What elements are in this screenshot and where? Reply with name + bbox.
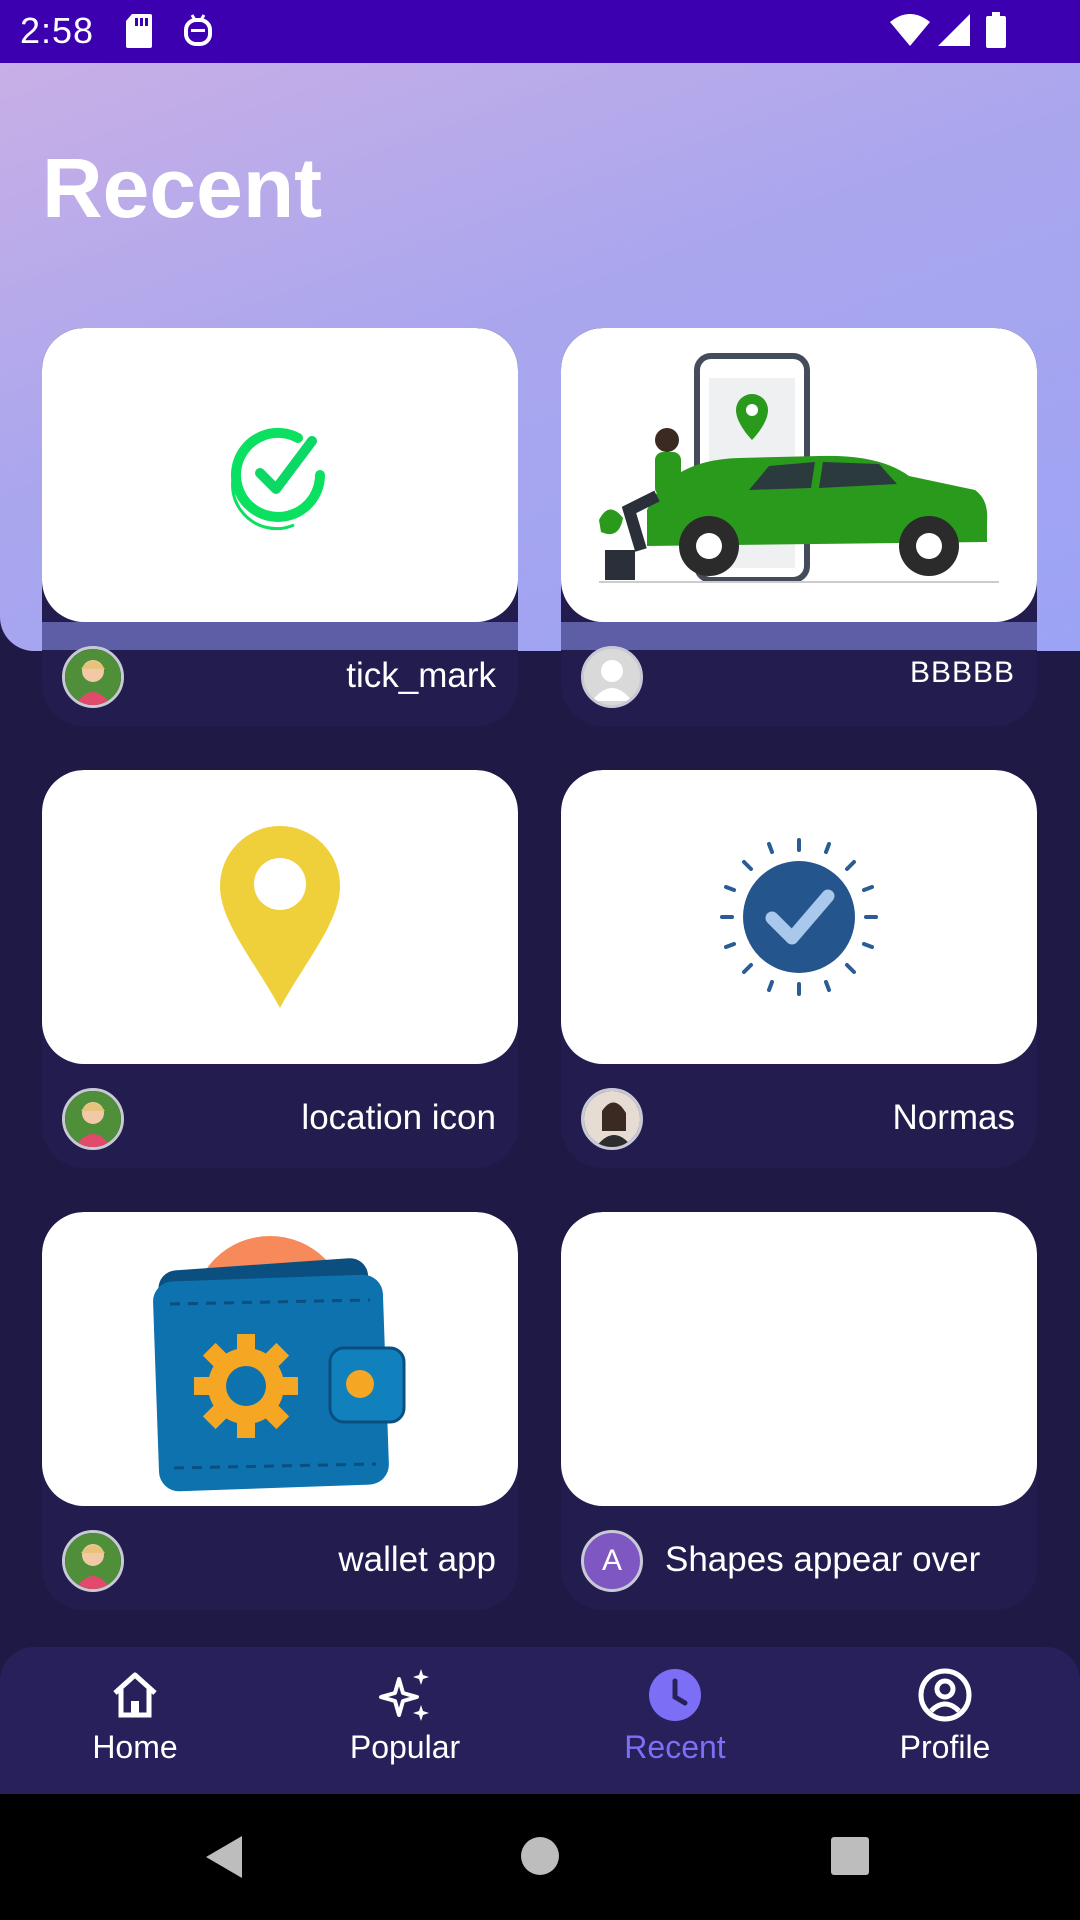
car-location-illustration — [599, 353, 999, 583]
card-footer: tick_mark — [42, 622, 518, 726]
nav-recent[interactable]: Recent — [540, 1667, 810, 1766]
avatar — [62, 1088, 124, 1150]
tick-mark-icon — [231, 427, 325, 531]
card-title: Normas — [892, 1098, 1015, 1137]
cell-signal-icon — [938, 14, 970, 46]
card-title: Shapes appear over — [665, 1540, 981, 1579]
bottom-navigation: Home Popular Recent Profile — [0, 1647, 1080, 1794]
battery-icon — [986, 12, 1006, 48]
card-image — [561, 328, 1037, 622]
card-image — [42, 770, 518, 1064]
back-icon[interactable] — [204, 1834, 244, 1880]
system-navigation-bar — [0, 1794, 1080, 1920]
nav-label: Popular — [349, 1729, 461, 1765]
card-image — [42, 1212, 518, 1506]
avatar — [581, 1088, 643, 1150]
recent-card-bbbbb[interactable]: BBBBB — [561, 328, 1037, 726]
home-icon — [113, 1672, 157, 1718]
card-footer: BBBBB — [561, 622, 1037, 726]
card-image — [42, 328, 518, 622]
wifi-icon — [890, 14, 930, 46]
clock-icon — [649, 1669, 701, 1721]
nav-popular[interactable]: Popular — [270, 1667, 540, 1766]
nav-label: Recent — [624, 1729, 726, 1765]
recent-card-shapes-appear-over[interactable]: A Shapes appear over — [561, 1212, 1037, 1610]
card-title: BBBBB — [909, 656, 1015, 689]
page-title: Recent — [42, 141, 323, 235]
status-bar: 2:58 — [0, 0, 1080, 63]
card-title: wallet app — [338, 1540, 496, 1579]
card-image — [561, 770, 1037, 1064]
status-time: 2:58 — [20, 10, 95, 51]
card-footer: A Shapes appear over — [561, 1506, 1037, 1610]
avatar — [62, 646, 124, 708]
default-person-avatar-icon — [592, 660, 632, 701]
nav-label: Home — [92, 1729, 178, 1765]
sparkles-icon — [379, 1669, 429, 1721]
notification-robot-icon — [184, 14, 212, 46]
nav-profile[interactable]: Profile — [810, 1667, 1080, 1766]
avatar-letter: A — [601, 1544, 622, 1577]
check-badge-icon — [720, 838, 878, 996]
card-footer: wallet app — [42, 1506, 518, 1610]
nav-home[interactable]: Home — [0, 1667, 270, 1766]
profile-icon — [918, 1668, 972, 1722]
recent-card-location-icon[interactable]: location icon — [42, 770, 518, 1168]
avatar: A — [581, 1530, 643, 1592]
recents-icon[interactable] — [830, 1836, 870, 1876]
nav-label: Profile — [899, 1729, 991, 1765]
recent-card-tick-mark[interactable]: tick_mark — [42, 328, 518, 726]
card-title: location icon — [301, 1098, 496, 1137]
home-button-icon[interactable] — [520, 1836, 560, 1876]
wallet-gear-icon — [153, 1236, 406, 1492]
avatar — [581, 646, 643, 708]
card-footer: Normas — [561, 1064, 1037, 1168]
card-footer: location icon — [42, 1064, 518, 1168]
card-title: tick_mark — [346, 656, 496, 695]
card-image — [561, 1212, 1037, 1506]
recent-card-normas[interactable]: Normas — [561, 770, 1037, 1168]
location-pin-icon — [220, 826, 340, 1008]
avatar — [62, 1530, 124, 1592]
sd-card-icon — [126, 14, 152, 48]
recent-card-wallet-app[interactable]: wallet app — [42, 1212, 518, 1610]
